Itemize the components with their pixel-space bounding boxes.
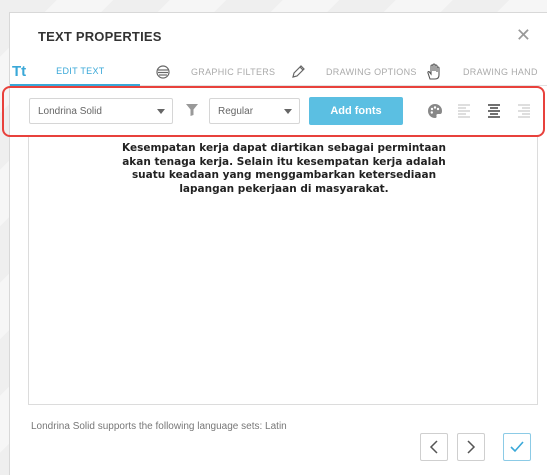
tab-label: DRAWING OPTIONS bbox=[326, 67, 417, 77]
align-right-icon[interactable] bbox=[518, 104, 530, 118]
hand-icon bbox=[427, 63, 440, 80]
pencil-icon bbox=[292, 65, 305, 78]
tab-graphic-filters[interactable]: GRAPHIC FILTERS bbox=[155, 58, 275, 86]
chevron-down-icon bbox=[157, 109, 165, 114]
next-button[interactable] bbox=[457, 433, 485, 461]
editor-line: akan tenaga kerja. Selain itu kesempatan… bbox=[122, 155, 446, 168]
palette-icon[interactable] bbox=[427, 103, 443, 119]
tab-label: DRAWING HAND bbox=[463, 67, 538, 77]
font-family-select[interactable]: Londrina Solid bbox=[29, 98, 173, 124]
chevron-right-icon bbox=[467, 440, 476, 454]
align-center-icon[interactable] bbox=[488, 104, 500, 118]
font-style-value: Regular bbox=[218, 105, 254, 117]
tab-label: EDIT TEXT bbox=[56, 66, 105, 76]
lines-icon bbox=[156, 65, 170, 79]
add-fonts-button[interactable]: Add fonts bbox=[309, 97, 403, 125]
dialog-title: TEXT PROPERTIES bbox=[38, 29, 162, 44]
text-editor-area[interactable]: Kesempatan kerja dapat diartikan sebagai… bbox=[28, 137, 538, 405]
tab-drawing-options[interactable]: DRAWING OPTIONS bbox=[290, 58, 417, 86]
editor-text: Kesempatan kerja dapat diartikan sebagai… bbox=[29, 142, 539, 196]
close-icon[interactable]: ✕ bbox=[516, 25, 531, 46]
text-icon: Tt bbox=[12, 62, 27, 80]
tab-edit-text[interactable]: Tt EDIT TEXT bbox=[10, 58, 140, 86]
language-support-note: Londrina Solid supports the following la… bbox=[31, 421, 287, 432]
editor-line: suatu keadaan yang menggambarkan keterse… bbox=[131, 169, 437, 181]
tab-drawing-hand[interactable]: DRAWING HAND bbox=[425, 58, 538, 86]
previous-button[interactable] bbox=[420, 433, 448, 461]
font-style-select[interactable]: Regular bbox=[209, 98, 300, 124]
tab-bar: Tt EDIT TEXT GRAPHIC FILTERS DRAWING OPT… bbox=[10, 58, 547, 86]
align-left-icon[interactable] bbox=[458, 104, 470, 118]
editor-line: Kesempatan kerja dapat diartikan sebagai… bbox=[122, 142, 446, 154]
chevron-left-icon bbox=[429, 440, 438, 454]
confirm-button[interactable] bbox=[503, 433, 531, 461]
chevron-down-icon bbox=[284, 109, 292, 114]
check-icon bbox=[510, 441, 524, 453]
font-family-value: Londrina Solid bbox=[38, 105, 102, 117]
filter-icon[interactable] bbox=[185, 103, 199, 117]
editor-line: lapangan pekerjaan di masyarakat. bbox=[179, 182, 389, 195]
tab-label: GRAPHIC FILTERS bbox=[191, 67, 276, 77]
